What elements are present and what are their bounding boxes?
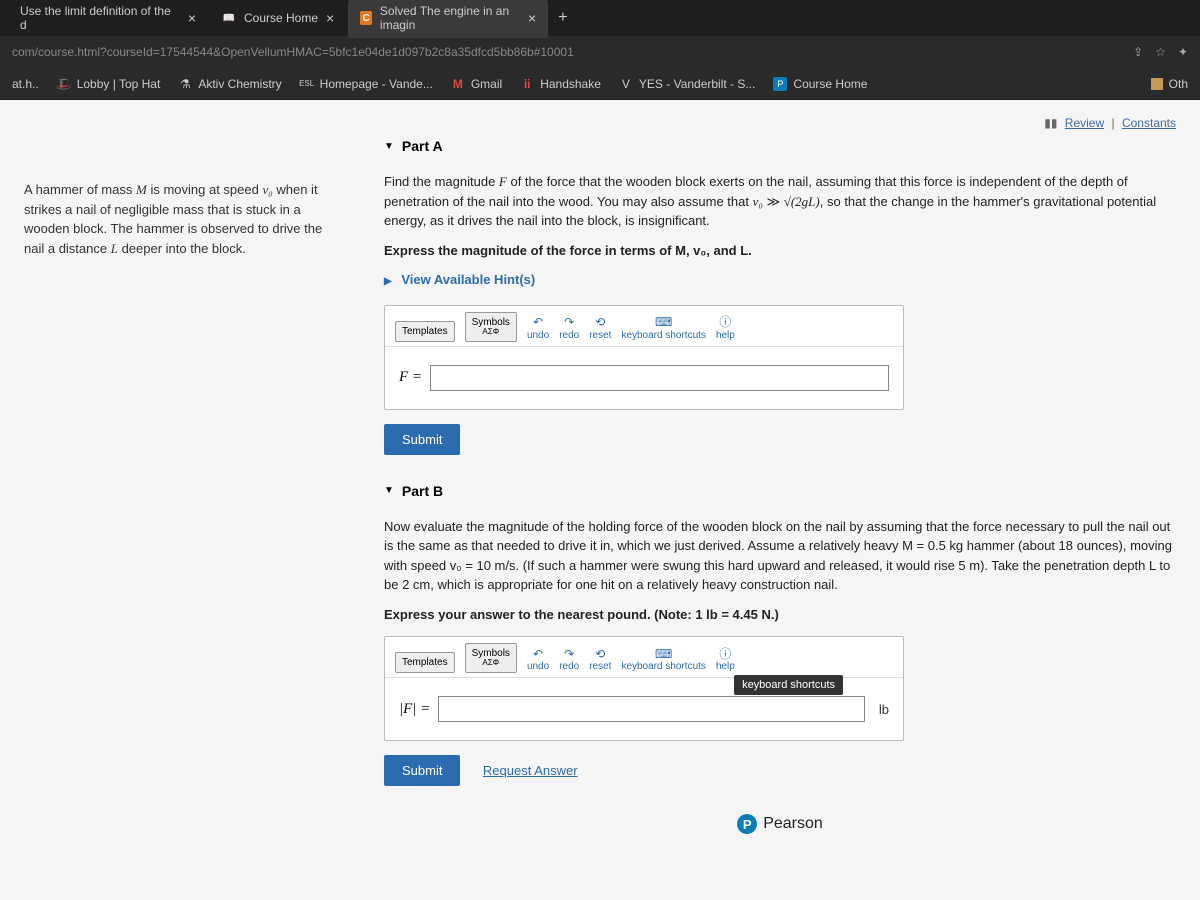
book-icon: 📖 (222, 11, 236, 25)
submit-button-a[interactable]: Submit (384, 424, 460, 455)
templates-button[interactable]: Templates (395, 652, 455, 673)
close-icon[interactable]: × (326, 10, 334, 26)
undo-icon: ↶ (533, 647, 543, 661)
problem-statement: A hammer of mass M is moving at speed v₀… (24, 180, 336, 258)
tab-label: Course Home (244, 11, 318, 25)
tab-label: Solved The engine in an imagin (380, 4, 520, 32)
part-b-express: Express your answer to the nearest pound… (384, 605, 1176, 625)
reset-icon: ⟲ (595, 315, 605, 329)
part-b: ▼ Part B Now evaluate the magnitude of t… (384, 483, 1176, 786)
reset-icon: ⟲ (595, 647, 605, 661)
help-button[interactable]: ⓘhelp (716, 315, 735, 341)
bookmark-aktiv[interactable]: ⚗ Aktiv Chemistry (178, 77, 281, 91)
answer-input-a[interactable] (430, 365, 889, 391)
bookmark-gmail[interactable]: M Gmail (451, 77, 502, 91)
caret-right-icon: ▶ (384, 276, 392, 287)
keyboard-icon: ⌨ (655, 315, 672, 329)
symbols-button[interactable]: SymbolsΑΣΦ (465, 643, 517, 673)
hints-toggle-a[interactable]: ▶ View Available Hint(s) (384, 272, 1176, 287)
star-icon[interactable]: ☆ (1155, 45, 1166, 59)
close-icon[interactable]: × (188, 10, 196, 26)
keyboard-button[interactable]: ⌨keyboard shortcuts (621, 315, 706, 341)
handshake-icon: ii (520, 77, 534, 91)
part-b-prompt: Now evaluate the magnitude of the holdin… (384, 517, 1176, 595)
symbols-button[interactable]: SymbolsΑΣΦ (465, 312, 517, 342)
tab-course-home[interactable]: 📖 Course Home × (210, 4, 346, 32)
bookmark-homepage[interactable]: ESL Homepage - Vande... (300, 77, 433, 91)
unit-label: lb (873, 702, 889, 717)
help-button[interactable]: ⓘhelp (716, 647, 735, 673)
gmail-icon: M (451, 77, 465, 91)
close-icon[interactable]: × (528, 10, 536, 26)
part-a-express: Express the magnitude of the force in te… (384, 241, 1176, 261)
tophat-icon: 🎩 (57, 77, 71, 91)
bookmark-ath[interactable]: at.h.. (12, 77, 39, 91)
review-link[interactable]: Review (1065, 116, 1104, 130)
lhs-label-a: F = (399, 369, 422, 386)
caret-down-icon: ▼ (384, 485, 394, 496)
reset-button[interactable]: ⟲reset (589, 315, 611, 341)
top-links: ▮▮ Review | Constants (384, 116, 1176, 130)
submit-button-b[interactable]: Submit (384, 755, 460, 786)
redo-button[interactable]: ↷redo (559, 647, 579, 673)
request-answer-link[interactable]: Request Answer (483, 763, 578, 778)
lhs-label-b: |F| = (399, 701, 430, 718)
answer-box-b: Templates SymbolsΑΣΦ ↶undo ↷redo ⟲reset … (384, 636, 904, 741)
v-icon: V (619, 77, 633, 91)
keyboard-tooltip: keyboard shortcuts (734, 675, 843, 695)
keyboard-icon: ⌨ (655, 647, 672, 661)
templates-button[interactable]: Templates (395, 321, 455, 342)
bookmark-yes[interactable]: V YES - Vanderbilt - S... (619, 77, 756, 91)
bookmark-other[interactable]: Oth (1151, 77, 1188, 91)
main-content: ▮▮ Review | Constants ▼ Part A Find the … (360, 100, 1200, 900)
help-icon: ⓘ (719, 315, 731, 329)
redo-icon: ↷ (564, 647, 574, 661)
browser-tabs: Use the limit definition of the d × 📖 Co… (0, 0, 1200, 36)
bookmarks-bar: at.h.. 🎩 Lobby | Top Hat ⚗ Aktiv Chemist… (0, 68, 1200, 100)
redo-icon: ↷ (564, 315, 574, 329)
bookmark-tophat[interactable]: 🎩 Lobby | Top Hat (57, 77, 161, 91)
new-tab-button[interactable]: + (550, 5, 575, 31)
undo-button[interactable]: ↶undo (527, 647, 549, 673)
part-a: ▼ Part A Find the magnitude F of the for… (384, 138, 1176, 455)
constants-link[interactable]: Constants (1122, 116, 1176, 130)
answer-toolbar-a: Templates SymbolsΑΣΦ ↶undo ↷redo ⟲reset … (385, 306, 903, 347)
esl-icon: ESL (300, 77, 314, 91)
part-a-header[interactable]: ▼ Part A (384, 138, 1176, 154)
answer-toolbar-b: Templates SymbolsΑΣΦ ↶undo ↷redo ⟲reset … (385, 637, 903, 678)
redo-button[interactable]: ↷redo (559, 315, 579, 341)
tab-solved-engine[interactable]: C Solved The engine in an imagin × (348, 0, 548, 38)
tab-label: Use the limit definition of the d (20, 4, 180, 32)
caret-down-icon: ▼ (384, 141, 394, 152)
part-a-prompt: Find the magnitude F of the force that t… (384, 172, 1176, 231)
help-icon: ⓘ (719, 647, 731, 661)
keyboard-button[interactable]: ⌨keyboard shortcuts (621, 647, 706, 673)
pause-icon: ▮▮ (1044, 116, 1057, 130)
pearson-logo: P Pearson (737, 814, 823, 834)
aktiv-icon: ⚗ (178, 77, 192, 91)
undo-button[interactable]: ↶undo (527, 315, 549, 341)
url-text[interactable]: com/course.html?courseId=17544544&OpenVe… (12, 45, 1133, 59)
pearson-p-icon: P (737, 814, 757, 834)
chegg-icon: C (360, 11, 372, 25)
tab-limit[interactable]: Use the limit definition of the d × (8, 0, 208, 38)
reset-button[interactable]: ⟲reset (589, 647, 611, 673)
undo-icon: ↶ (533, 315, 543, 329)
problem-sidebar: A hammer of mass M is moving at speed v₀… (0, 100, 360, 900)
footer: P Pearson (384, 814, 1176, 834)
bookmark-handshake[interactable]: ii Handshake (520, 77, 601, 91)
bookmark-course-home[interactable]: P Course Home (773, 77, 867, 91)
pearson-icon: P (773, 77, 787, 91)
extension-icon[interactable]: ✦ (1178, 45, 1188, 59)
part-b-header[interactable]: ▼ Part B (384, 483, 1176, 499)
answer-input-b[interactable] (438, 696, 865, 722)
share-icon[interactable]: ⇪ (1133, 45, 1143, 59)
url-bar: com/course.html?courseId=17544544&OpenVe… (0, 36, 1200, 68)
answer-box-a: Templates SymbolsΑΣΦ ↶undo ↷redo ⟲reset … (384, 305, 904, 410)
